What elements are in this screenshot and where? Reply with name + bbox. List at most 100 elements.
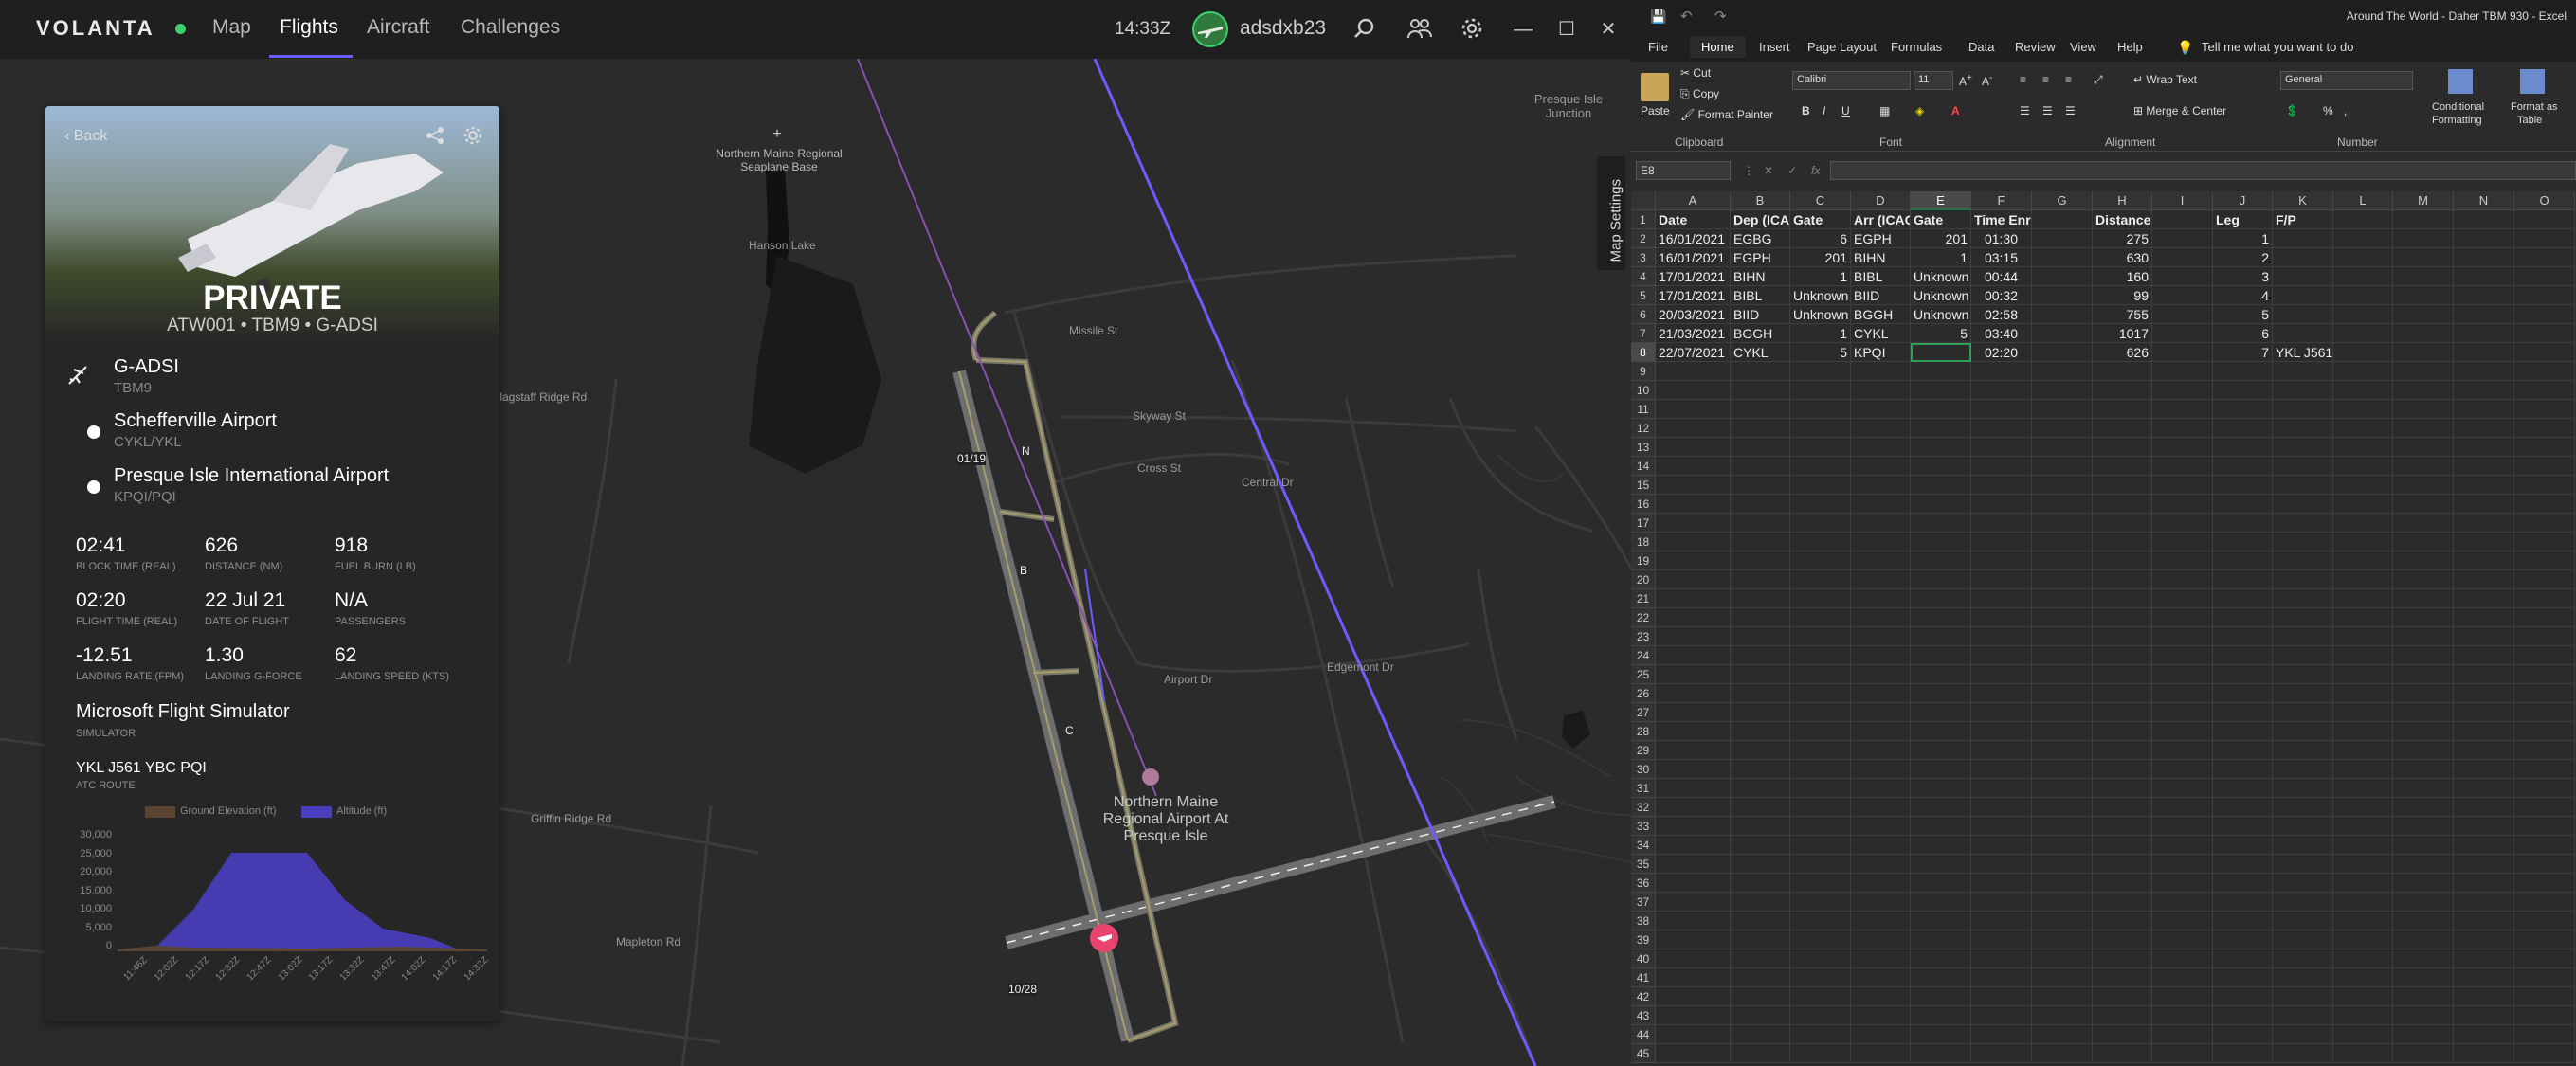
header-cell[interactable]: Time Enroute [1971,210,2032,229]
conditional-formatting-icon[interactable] [2448,69,2473,94]
header-cell[interactable]: Date [1656,210,1731,229]
empty-cell[interactable] [2454,893,2514,912]
empty-cell[interactable] [2393,855,2454,874]
empty-cell[interactable] [2333,646,2393,665]
data-cell[interactable]: BIBL [1851,267,1911,286]
empty-cell[interactable] [2213,760,2273,779]
insert-function-icon[interactable]: fx [1811,164,1820,177]
empty-cell[interactable] [1971,419,2032,438]
empty-cell[interactable] [2454,703,2514,722]
empty-cell[interactable] [2514,779,2575,798]
empty-cell[interactable] [1851,760,1911,779]
empty-cell[interactable] [1731,987,1790,1006]
empty-cell[interactable] [2093,893,2152,912]
empty-cell[interactable] [2032,514,2093,533]
empty-cell[interactable] [2514,495,2575,514]
empty-cell[interactable] [1971,551,2032,570]
empty-cell[interactable] [2333,419,2393,438]
empty-cell[interactable] [2273,893,2333,912]
data-cell[interactable] [2514,324,2575,343]
empty-cell[interactable] [2213,987,2273,1006]
data-cell[interactable]: BIID [1851,286,1911,305]
row-header[interactable]: 36 [1631,874,1656,893]
empty-cell[interactable] [2454,627,2514,646]
empty-cell[interactable] [1851,930,1911,949]
header-cell[interactable] [2393,210,2454,229]
empty-cell[interactable] [1911,400,1971,419]
empty-cell[interactable] [2393,362,2454,381]
header-cell[interactable]: Gate [1911,210,1971,229]
data-cell[interactable]: BIHN [1731,267,1790,286]
empty-cell[interactable] [2393,760,2454,779]
empty-cell[interactable] [2032,646,2093,665]
empty-cell[interactable] [2032,779,2093,798]
percent-icon[interactable]: % [2323,104,2333,117]
empty-cell[interactable] [1790,817,1851,836]
empty-cell[interactable] [2454,514,2514,533]
empty-cell[interactable] [1656,570,1731,589]
row-header[interactable]: 26 [1631,684,1656,703]
empty-cell[interactable] [1731,798,1790,817]
empty-cell[interactable] [2333,608,2393,627]
empty-cell[interactable] [1731,665,1790,684]
data-cell[interactable]: CYKL [1731,343,1790,362]
data-cell[interactable] [2032,267,2093,286]
empty-cell[interactable] [2333,589,2393,608]
empty-cell[interactable] [2093,627,2152,646]
tab-help[interactable]: Help [2117,40,2143,54]
data-cell[interactable]: Unknown [1911,305,1971,324]
comma-icon[interactable]: , [2344,104,2347,117]
empty-cell[interactable] [2093,362,2152,381]
empty-cell[interactable] [2454,817,2514,836]
empty-cell[interactable] [2032,589,2093,608]
empty-cell[interactable] [1851,987,1911,1006]
active-cell[interactable] [1911,343,1971,362]
empty-cell[interactable] [1731,874,1790,893]
data-cell[interactable] [2032,343,2093,362]
empty-cell[interactable] [2093,874,2152,893]
empty-cell[interactable] [2273,476,2333,495]
data-cell[interactable]: 21/03/2021 [1656,324,1731,343]
paste-button[interactable]: Paste [1641,104,1670,117]
empty-cell[interactable] [2152,741,2213,760]
empty-cell[interactable] [1851,608,1911,627]
data-cell[interactable] [2152,286,2213,305]
empty-cell[interactable] [1656,987,1731,1006]
empty-cell[interactable] [2093,495,2152,514]
empty-cell[interactable] [2454,930,2514,949]
empty-cell[interactable] [2514,893,2575,912]
empty-cell[interactable] [1971,476,2032,495]
empty-cell[interactable] [2393,1006,2454,1025]
data-cell[interactable]: 1 [1911,248,1971,267]
empty-cell[interactable] [1851,665,1911,684]
empty-cell[interactable] [1790,400,1851,419]
empty-cell[interactable] [1731,551,1790,570]
undo-icon[interactable]: ↶ [1680,8,1693,25]
column-header[interactable]: M [2393,191,2454,210]
empty-cell[interactable] [1790,1044,1851,1063]
empty-cell[interactable] [2514,855,2575,874]
back-button[interactable]: ‹ Back [64,128,107,145]
empty-cell[interactable] [2032,968,2093,987]
empty-cell[interactable] [1731,627,1790,646]
empty-cell[interactable] [2152,949,2213,968]
empty-cell[interactable] [1971,570,2032,589]
empty-cell[interactable] [2514,987,2575,1006]
column-header[interactable]: N [2454,191,2514,210]
borders-icon[interactable]: ▦ [1879,104,1890,117]
empty-cell[interactable] [1731,457,1790,476]
empty-cell[interactable] [2333,741,2393,760]
enter-formula-icon[interactable]: ✓ [1787,164,1797,177]
data-cell[interactable]: 17/01/2021 [1656,267,1731,286]
empty-cell[interactable] [2273,457,2333,476]
empty-cell[interactable] [1790,968,1851,987]
empty-cell[interactable] [2273,400,2333,419]
empty-cell[interactable] [1790,608,1851,627]
column-header[interactable]: G [2032,191,2093,210]
empty-cell[interactable] [2333,949,2393,968]
empty-cell[interactable] [2093,760,2152,779]
empty-cell[interactable] [2514,1044,2575,1063]
data-cell[interactable] [2273,305,2333,324]
empty-cell[interactable] [2514,930,2575,949]
empty-cell[interactable] [2333,779,2393,798]
